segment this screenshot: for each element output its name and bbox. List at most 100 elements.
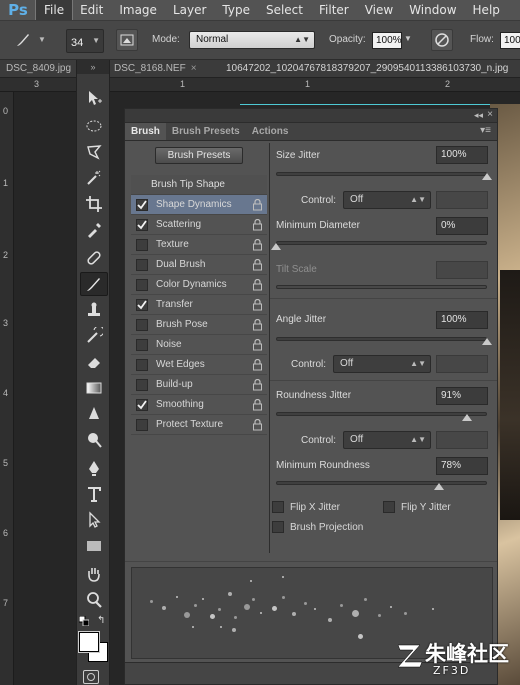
rectangle-tool-icon[interactable] [80,534,108,558]
minimum-roundness-thumb[interactable] [434,483,444,490]
flip-y-jitter-checkbox[interactable]: Flip Y Jitter [383,501,451,513]
menu-filter[interactable]: Filter [311,0,357,20]
lock-icon[interactable] [252,418,263,431]
swap-colors-icon[interactable]: ↰ [97,615,105,626]
checkbox-box[interactable] [383,501,395,513]
move-tool-icon[interactable] [80,86,108,110]
tab-actions[interactable]: Actions [246,123,295,140]
checkbox-unchecked[interactable] [136,318,148,331]
checkbox-unchecked[interactable] [136,378,148,391]
minimum-roundness-input[interactable]: 78% [436,457,488,475]
checkbox-unchecked[interactable] [136,338,148,351]
roundness-jitter-slider[interactable] [276,412,487,416]
magic-wand-tool-icon[interactable] [80,166,108,190]
brush-setting-item[interactable]: Smoothing [131,395,267,415]
lock-icon[interactable] [252,318,263,331]
lock-icon[interactable] [252,258,263,271]
roundness-jitter-input[interactable]: 91% [436,387,488,405]
pressure-opacity-icon[interactable] [431,29,453,51]
brush-setting-item[interactable]: Color Dynamics [131,275,267,295]
checkbox-checked[interactable] [136,218,148,231]
minimum-diameter-thumb[interactable] [271,243,281,250]
panel-menu-icon[interactable]: ▾≡ [480,125,491,136]
tab-brush[interactable]: Brush [125,123,166,140]
brush-tool-icon[interactable] [80,272,108,296]
eraser-tool-icon[interactable] [80,350,108,374]
menu-view[interactable]: View [357,0,401,20]
flip-x-jitter-checkbox[interactable]: Flip X Jitter [272,501,340,513]
brush-setting-item[interactable]: Texture [131,235,267,255]
minimum-diameter-input[interactable]: 0% [436,217,488,235]
checkbox-checked[interactable] [136,398,148,411]
size-control-select[interactable]: Off ▲▼ [343,191,431,209]
menu-file[interactable]: File [34,0,74,21]
close-icon[interactable]: × [487,109,493,120]
brush-setting-item[interactable]: Build-up [131,375,267,395]
hand-tool-icon[interactable] [80,562,108,586]
angle-control-select[interactable]: Off ▲▼ [333,355,431,373]
quick-mask-icon[interactable] [83,670,99,684]
panel-collapse-icon[interactable]: » [77,60,109,74]
tab-brush-presets[interactable]: Brush Presets [166,123,246,140]
lock-icon[interactable] [252,238,263,251]
flow-input[interactable]: 100% [500,32,520,49]
angle-jitter-thumb[interactable] [482,338,492,345]
opacity-input[interactable]: 100% [372,32,402,49]
brush-setting-item[interactable]: Shape Dynamics [131,195,267,215]
checkbox-unchecked[interactable] [136,418,148,431]
minimum-diameter-slider[interactable] [276,241,487,245]
angle-jitter-input[interactable]: 100% [436,311,488,329]
foreground-color-swatch[interactable] [78,631,100,653]
brush-setting-item[interactable]: Scattering [131,215,267,235]
pen-tool-icon[interactable] [80,456,108,480]
brush-setting-item[interactable]: Protect Texture [131,415,267,435]
lock-icon[interactable] [252,378,263,391]
lock-icon[interactable] [252,398,263,411]
clone-stamp-tool-icon[interactable] [80,298,108,322]
menu-select[interactable]: Select [258,0,311,20]
menu-help[interactable]: Help [465,0,508,20]
history-brush-tool-icon[interactable] [80,324,108,348]
gradient-tool-icon[interactable] [80,376,108,400]
default-colors-icon[interactable] [78,615,90,627]
close-icon[interactable]: × [191,63,197,74]
menu-window[interactable]: Window [401,0,464,20]
mode-select[interactable]: Normal ▲▼ [189,31,315,49]
menu-type[interactable]: Type [214,0,258,20]
minimum-roundness-slider[interactable] [276,481,487,485]
lock-icon[interactable] [252,198,263,211]
path-selection-tool-icon[interactable] [80,508,108,532]
checkbox-unchecked[interactable] [136,278,148,291]
checkbox-checked[interactable] [136,298,148,311]
lock-icon[interactable] [252,298,263,311]
chevron-down-icon[interactable]: ▼ [404,34,412,43]
angle-jitter-slider[interactable] [276,337,487,341]
lock-icon[interactable] [252,278,263,291]
brush-setting-item[interactable]: Noise [131,335,267,355]
tab-document-1[interactable]: DSC_8409.jpg [6,60,74,78]
checkbox-box[interactable] [272,521,284,533]
brush-setting-item[interactable]: Transfer [131,295,267,315]
checkbox-unchecked[interactable] [136,238,148,251]
lasso-tool-icon[interactable] [80,140,108,164]
size-jitter-input[interactable]: 100% [436,146,488,164]
brush-size-picker[interactable]: 34 ▼ [66,29,104,53]
brush-tip-shape-item[interactable]: Brush Tip Shape [131,175,267,195]
roundness-jitter-thumb[interactable] [462,414,472,421]
brush-setting-item[interactable]: Wet Edges [131,355,267,375]
brush-projection-checkbox[interactable]: Brush Projection [272,521,363,533]
marquee-tool-icon[interactable] [80,114,108,138]
blur-tool-icon[interactable] [80,402,108,426]
brush-setting-item[interactable]: Brush Pose [131,315,267,335]
menu-image[interactable]: Image [111,0,165,20]
brush-panel-toggle-icon[interactable] [116,29,138,51]
lock-icon[interactable] [252,358,263,371]
size-jitter-thumb[interactable] [482,173,492,180]
roundness-control-select[interactable]: Off ▲▼ [343,431,431,449]
checkbox-unchecked[interactable] [136,258,148,271]
eyedropper-tool-icon[interactable] [80,218,108,242]
brush-presets-button[interactable]: Brush Presets [155,147,243,164]
dodge-tool-icon[interactable] [80,428,108,452]
chevron-down-icon[interactable]: ▼ [38,35,46,44]
healing-brush-tool-icon[interactable] [80,246,108,270]
